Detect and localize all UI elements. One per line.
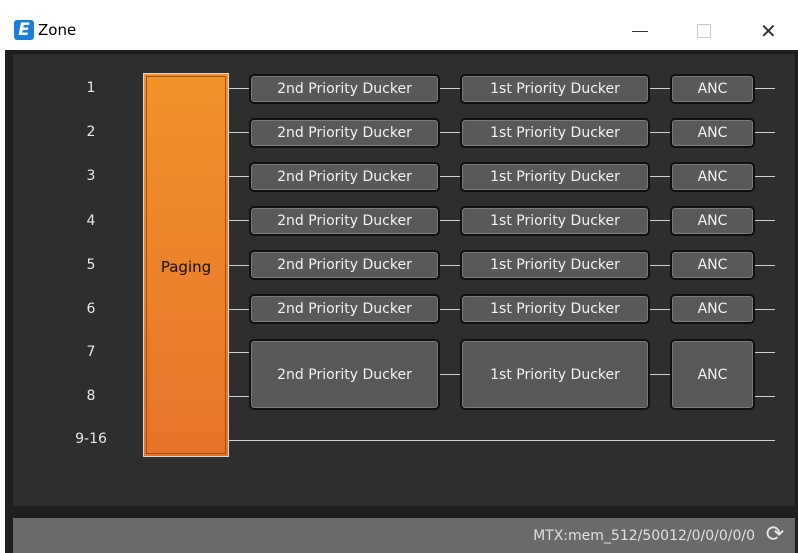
maximize-icon [697, 24, 711, 38]
connector-line [755, 265, 775, 266]
anc-button[interactable]: ANC [670, 74, 755, 104]
zone-window: E Zone ✕ 1 2 3 4 5 6 7 8 9-16 Paging 2nd… [0, 0, 798, 553]
first-priority-ducker-button[interactable]: 1st Priority Ducker [460, 339, 650, 410]
connector-line [755, 176, 775, 177]
maximize-button[interactable] [684, 18, 724, 44]
anc-button[interactable]: ANC [670, 294, 755, 324]
close-button[interactable]: ✕ [748, 18, 788, 44]
connector-line [755, 352, 775, 353]
first-priority-ducker-button[interactable]: 1st Priority Ducker [460, 206, 650, 236]
connector-line [650, 132, 670, 133]
first-priority-ducker-button[interactable]: 1st Priority Ducker [460, 250, 650, 280]
paging-label: Paging [160, 258, 212, 276]
connector-line [229, 88, 249, 89]
e-logo-icon: E [14, 20, 34, 40]
app-icon-letter: E [18, 20, 30, 40]
connector-line [755, 309, 775, 310]
connector-line [229, 176, 249, 177]
second-priority-ducker-button[interactable]: 2nd Priority Ducker [249, 294, 440, 324]
anc-button[interactable]: ANC [670, 206, 755, 236]
first-priority-ducker-button[interactable]: 1st Priority Ducker [460, 118, 650, 148]
connector-line [650, 265, 670, 266]
anc-button[interactable]: ANC [670, 339, 755, 410]
second-priority-ducker-button[interactable]: 2nd Priority Ducker [249, 206, 440, 236]
channel-label: 5 [86, 257, 96, 273]
channel-label: 7 [86, 344, 96, 360]
first-priority-ducker-button[interactable]: 1st Priority Ducker [460, 294, 650, 324]
channel-label: 4 [86, 213, 96, 229]
paging-block[interactable]: Paging [143, 73, 229, 457]
zone-diagram: 1 2 3 4 5 6 7 8 9-16 Paging 2nd Priority… [13, 54, 795, 506]
refresh-icon[interactable]: ⟳ [763, 523, 787, 547]
connector-line [650, 88, 670, 89]
second-priority-ducker-button[interactable]: 2nd Priority Ducker [249, 162, 440, 192]
second-priority-ducker-button[interactable]: 2nd Priority Ducker [249, 118, 440, 148]
connector-line [229, 132, 249, 133]
minimize-button[interactable] [620, 18, 660, 44]
minimize-icon [632, 31, 648, 32]
connector-line [229, 440, 775, 441]
connector-line [229, 352, 249, 353]
channel-label: 8 [86, 388, 96, 404]
connector-line [650, 309, 670, 310]
channel-label: 1 [86, 80, 96, 96]
connector-line [229, 396, 249, 397]
channel-label: 6 [86, 301, 96, 317]
second-priority-ducker-button[interactable]: 2nd Priority Ducker [249, 250, 440, 280]
window-title: Zone [38, 21, 77, 39]
connector-line [755, 396, 775, 397]
second-priority-ducker-button[interactable]: 2nd Priority Ducker [249, 339, 440, 410]
anc-button[interactable]: ANC [670, 162, 755, 192]
close-icon: ✕ [760, 19, 777, 43]
connector-line [440, 374, 460, 375]
connector-line [650, 374, 670, 375]
connector-line [229, 220, 249, 221]
status-text: MTX:mem_512/50012/0/0/0/0/0 [533, 528, 755, 544]
status-bar: MTX:mem_512/50012/0/0/0/0/0 ⟳ [13, 518, 795, 553]
anc-button[interactable]: ANC [670, 118, 755, 148]
connector-line [755, 88, 775, 89]
connector-line [229, 309, 249, 310]
connector-line [440, 309, 460, 310]
connector-line [755, 132, 775, 133]
connector-line [440, 220, 460, 221]
title-bar: E Zone ✕ [0, 8, 798, 50]
connector-line [440, 132, 460, 133]
connector-line [650, 176, 670, 177]
connector-line [440, 88, 460, 89]
channel-label: 2 [86, 124, 96, 140]
first-priority-ducker-button[interactable]: 1st Priority Ducker [460, 74, 650, 104]
connector-line [755, 220, 775, 221]
second-priority-ducker-button[interactable]: 2nd Priority Ducker [249, 74, 440, 104]
connector-line [440, 265, 460, 266]
channel-label: 9-16 [75, 431, 107, 447]
anc-button[interactable]: ANC [670, 250, 755, 280]
connector-line [440, 176, 460, 177]
content-area: 1 2 3 4 5 6 7 8 9-16 Paging 2nd Priority… [5, 50, 798, 553]
connector-line [650, 220, 670, 221]
channel-label: 3 [86, 168, 96, 184]
connector-line [229, 265, 249, 266]
first-priority-ducker-button[interactable]: 1st Priority Ducker [460, 162, 650, 192]
